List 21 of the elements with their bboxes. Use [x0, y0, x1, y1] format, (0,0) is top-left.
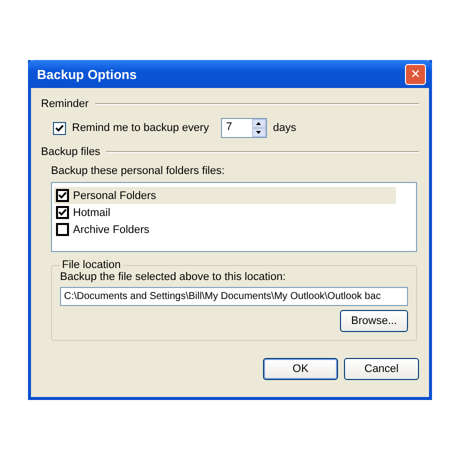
- checkbox-label: Remind me to backup every: [72, 122, 209, 134]
- path-field[interactable]: C:\Documents and Settings\Bill\My Documents\My Outlook\Outlook bac: [60, 287, 408, 306]
- section-heading: Backup files: [41, 146, 100, 158]
- list-label: Backup these personal folders files:: [51, 165, 226, 177]
- window-title: Backup Options: [37, 66, 137, 82]
- section-heading: Reminder: [41, 98, 89, 110]
- days-spinbox[interactable]: 7: [220, 118, 267, 138]
- unit-label: days: [272, 122, 296, 134]
- dialog-button[interactable]: OK: [263, 358, 338, 380]
- list-item[interactable]: Archive Folders: [54, 221, 396, 238]
- checkbox[interactable]: [56, 223, 69, 236]
- browse-button[interactable]: Browse...: [340, 310, 408, 332]
- checkbox[interactable]: [56, 189, 69, 202]
- dialog-button[interactable]: Cancel: [344, 358, 419, 380]
- checkbox[interactable]: [56, 206, 69, 219]
- close-button[interactable]: ✕: [405, 64, 426, 84]
- checkbox[interactable]: [53, 122, 66, 134]
- list-item[interactable]: Personal Folders: [54, 187, 396, 204]
- group-heading: File location: [61, 259, 122, 271]
- field-label: Backup the file selected above to this location:: [60, 271, 287, 283]
- list-item[interactable]: Hotmail: [54, 204, 396, 221]
